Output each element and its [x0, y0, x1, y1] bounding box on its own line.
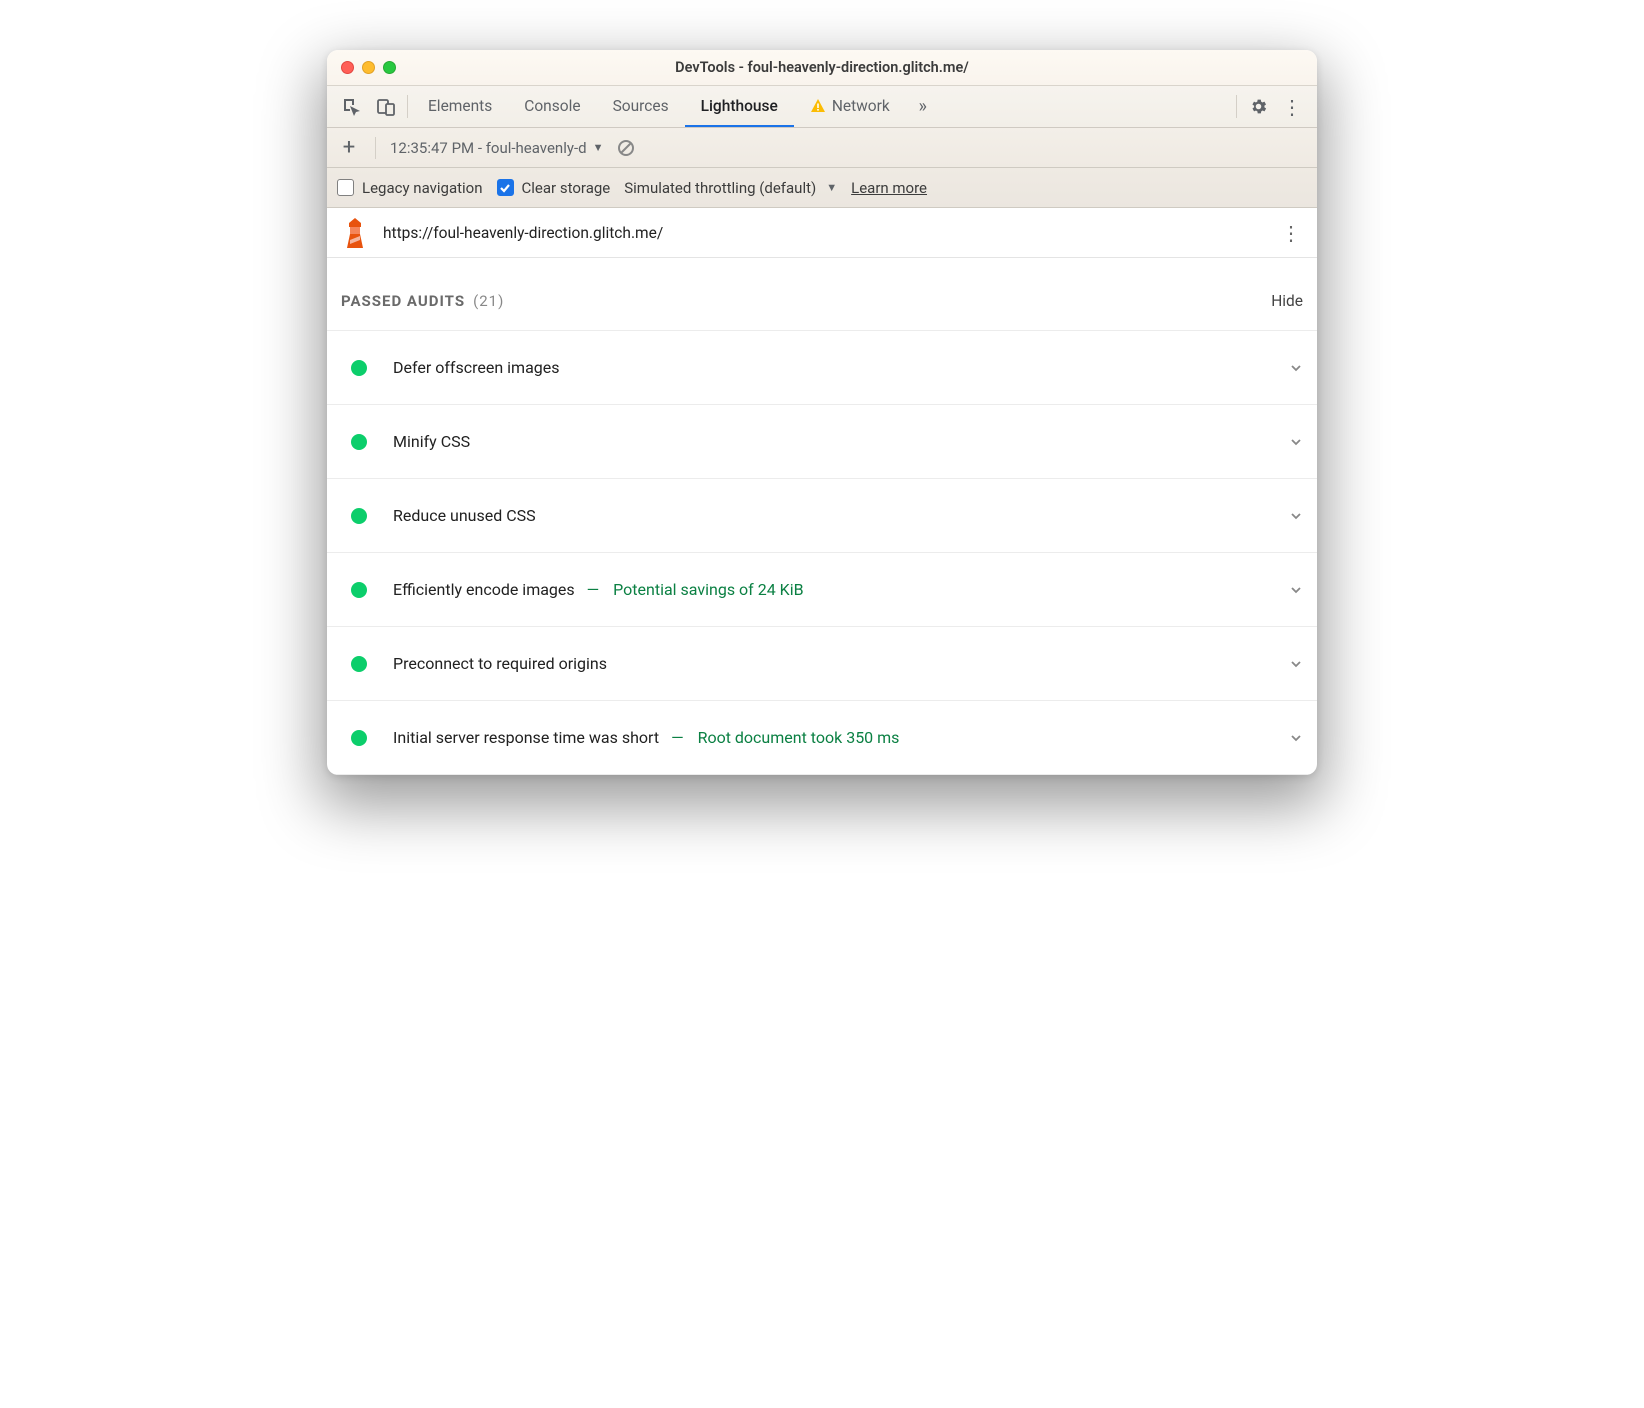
audit-row[interactable]: Preconnect to required origins: [327, 626, 1317, 700]
hide-button[interactable]: Hide: [1271, 292, 1303, 310]
audit-title: Efficiently encode images: [393, 580, 575, 599]
pass-status-icon: [351, 656, 367, 672]
device-toolbar-icon[interactable]: [369, 86, 403, 127]
audit-title: Preconnect to required origins: [393, 654, 607, 673]
minimize-window-button[interactable]: [362, 61, 375, 74]
chevron-down-icon: [1289, 583, 1303, 597]
chevron-down-icon: [1289, 361, 1303, 375]
section-label: Passed Audits: [341, 292, 465, 310]
audit-row[interactable]: Defer offscreen images: [327, 330, 1317, 404]
chevron-down-icon: [1289, 435, 1303, 449]
audit-title: Reduce unused CSS: [393, 506, 536, 525]
warning-icon: [810, 98, 826, 114]
clear-icon[interactable]: [617, 139, 635, 157]
chevron-down-icon: [1289, 731, 1303, 745]
audit-subtext: Root document took 350 ms: [698, 728, 900, 747]
legacy-navigation-checkbox[interactable]: Legacy navigation: [337, 179, 483, 197]
audit-title: Initial server response time was short: [393, 728, 659, 747]
divider: [375, 137, 376, 159]
zoom-window-button[interactable]: [383, 61, 396, 74]
chevron-down-icon[interactable]: ▼: [826, 181, 837, 194]
audit-title: Defer offscreen images: [393, 358, 560, 377]
pass-status-icon: [351, 434, 367, 450]
new-report-button[interactable]: +: [337, 135, 361, 160]
tab-sources[interactable]: Sources: [597, 86, 685, 127]
pass-status-icon: [351, 508, 367, 524]
pass-status-icon: [351, 360, 367, 376]
window-title: DevTools - foul-heavenly-direction.glitc…: [327, 59, 1317, 76]
more-tabs-icon[interactable]: »: [906, 86, 940, 127]
section-count: (21): [473, 292, 504, 310]
report-url-row: https://foul-heavenly-direction.glitch.m…: [327, 208, 1317, 258]
report-menu-icon[interactable]: ⋮: [1279, 229, 1303, 237]
divider: [407, 95, 408, 118]
audit-row[interactable]: Efficiently encode images—Potential savi…: [327, 552, 1317, 626]
checkbox-icon: [337, 179, 354, 196]
lighthouse-icon: [341, 218, 369, 248]
tabstrip: Elements Console Sources Lighthouse Netw…: [327, 86, 1317, 128]
report-selector[interactable]: 12:35:47 PM - foul-heavenly-d ▼: [390, 139, 603, 157]
lighthouse-toolbar: + 12:35:47 PM - foul-heavenly-d ▼: [327, 128, 1317, 168]
kebab-menu-icon[interactable]: ⋮: [1275, 86, 1309, 127]
throttling-label: Simulated throttling (default): [624, 179, 816, 197]
titlebar: DevTools - foul-heavenly-direction.glitc…: [327, 50, 1317, 86]
tab-network[interactable]: Network: [794, 86, 906, 127]
chevron-down-icon: [1289, 509, 1303, 523]
checkbox-icon: [497, 179, 514, 196]
audits-list: Defer offscreen images Minify CSS Reduce u…: [327, 330, 1317, 774]
devtools-window: DevTools - foul-heavenly-direction.glitc…: [327, 50, 1317, 775]
close-window-button[interactable]: [341, 61, 354, 74]
tab-elements[interactable]: Elements: [412, 86, 508, 127]
chevron-down-icon: ▼: [593, 141, 604, 154]
tab-lighthouse[interactable]: Lighthouse: [685, 86, 794, 127]
inspect-element-icon[interactable]: [335, 86, 369, 127]
settings-icon[interactable]: [1241, 86, 1275, 127]
audit-row[interactable]: Reduce unused CSS: [327, 478, 1317, 552]
audit-title: Minify CSS: [393, 432, 470, 451]
divider: [1236, 95, 1237, 118]
chevron-down-icon: [1289, 657, 1303, 671]
lighthouse-options: Legacy navigation Clear storage Simulate…: [327, 168, 1317, 208]
clear-storage-checkbox[interactable]: Clear storage: [497, 179, 611, 197]
audit-row[interactable]: Minify CSS: [327, 404, 1317, 478]
report-url: https://foul-heavenly-direction.glitch.m…: [383, 224, 663, 242]
learn-more-link[interactable]: Learn more: [851, 179, 927, 197]
pass-status-icon: [351, 730, 367, 746]
audit-row[interactable]: Initial server response time was short—R…: [327, 700, 1317, 774]
window-controls: [341, 61, 396, 74]
passed-audits-header: Passed Audits (21) Hide: [327, 258, 1317, 330]
pass-status-icon: [351, 582, 367, 598]
tab-console[interactable]: Console: [508, 86, 596, 127]
audit-subtext: Potential savings of 24 KiB: [613, 580, 803, 599]
